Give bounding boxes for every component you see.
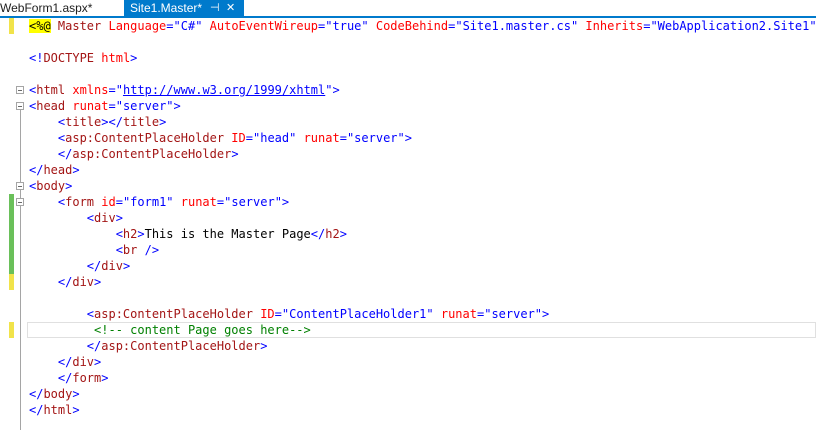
change-marker-saved [9,194,14,210]
line-text[interactable]: <h2>This is the Master Page</h2> [29,226,347,242]
tab-label: WebForm1.aspx* [0,1,93,15]
change-marker-saved [9,258,14,274]
code-line[interactable]: <body> [0,178,816,194]
line-text[interactable]: </html> [29,402,80,418]
line-gutter [0,258,26,274]
change-marker-unsaved [9,274,14,290]
line-text[interactable]: </div> [29,258,130,274]
line-gutter [0,82,26,98]
line-text[interactable]: </div> [29,274,101,290]
code-line[interactable]: <div> [0,210,816,226]
code-line[interactable]: </html> [0,402,816,418]
code-line[interactable]: <head runat="server"> [0,98,816,114]
xmlns-link[interactable]: http://www.w3.org/1999/xhtml [123,83,325,97]
line-text[interactable]: </asp:ContentPlaceHolder> [29,146,239,162]
line-text[interactable]: <!-- content Page goes here--> [29,322,311,338]
line-text[interactable]: </asp:ContentPlaceHolder> [29,338,268,354]
collapse-icon[interactable] [16,182,24,190]
line-text[interactable]: <form id="form1" runat="server"> [29,194,289,210]
code-line[interactable]: <%@ Master Language="C#" AutoEventWireup… [0,18,816,34]
code-line[interactable]: </asp:ContentPlaceHolder> [0,338,816,354]
line-gutter [0,242,26,258]
tab-webform1-aspx[interactable]: WebForm1.aspx* [0,0,124,16]
line-text[interactable]: <body> [29,178,72,194]
line-gutter [0,98,26,114]
line-gutter [0,194,26,210]
collapse-icon[interactable] [16,198,24,206]
code-line[interactable]: <title></title> [0,114,816,130]
line-text[interactable]: </body> [29,386,80,402]
code-line[interactable]: <asp:ContentPlaceHolder ID="ContentPlace… [0,306,816,322]
line-text[interactable]: <%@ Master Language="C#" AutoEventWireup… [29,18,816,34]
tab-site1-master[interactable]: Site1.Master* ⊣ ✕ [124,0,244,16]
code-line[interactable]: <form id="form1" runat="server"> [0,194,816,210]
line-gutter [0,178,26,194]
change-marker-unsaved [9,322,14,338]
line-text[interactable]: <title></title> [29,114,166,130]
code-line[interactable]: </body> [0,386,816,402]
change-marker-saved [9,226,14,242]
line-text[interactable]: <head runat="server"> [29,98,181,114]
document-tab-bar: WebForm1.aspx* Site1.Master* ⊣ ✕ [0,0,816,18]
code-line[interactable]: </asp:ContentPlaceHolder> [0,146,816,162]
line-text[interactable]: <asp:ContentPlaceHolder ID="ContentPlace… [29,306,549,322]
line-text[interactable]: </head> [29,162,80,178]
change-marker-unsaved [9,18,14,34]
collapse-icon[interactable] [16,86,24,94]
line-text[interactable]: <div> [29,210,123,226]
code-line[interactable]: </form> [0,370,816,386]
code-line[interactable]: </div> [0,258,816,274]
code-line[interactable]: <!DOCTYPE html> [0,50,816,66]
code-line[interactable]: </div> [0,354,816,370]
code-line-current[interactable]: <!-- content Page goes here--> [0,322,816,338]
code-line[interactable]: <br /> [0,242,816,258]
collapse-icon[interactable] [16,102,24,110]
code-line[interactable]: <asp:ContentPlaceHolder ID="head" runat=… [0,130,816,146]
line-text[interactable]: </form> [29,370,109,386]
code-line[interactable]: <html xmlns="http://www.w3.org/1999/xhtm… [0,82,816,98]
code-line[interactable]: </head> [0,162,816,178]
tab-label: Site1.Master* [130,1,203,15]
line-text[interactable]: <asp:ContentPlaceHolder ID="head" runat=… [29,130,412,146]
code-line[interactable]: <h2>This is the Master Page</h2> [0,226,816,242]
line-gutter [0,18,26,34]
code-line[interactable]: </div> [0,274,816,290]
line-text[interactable]: <html xmlns="http://www.w3.org/1999/xhtm… [29,82,340,98]
change-marker-saved [9,210,14,226]
line-text[interactable]: <!DOCTYPE html> [29,50,137,66]
line-gutter [0,226,26,242]
close-icon[interactable]: ✕ [226,0,235,16]
line-text[interactable]: <br /> [29,242,159,258]
line-text[interactable]: </div> [29,354,101,370]
pin-icon[interactable]: ⊣ [210,0,220,16]
line-gutter [0,322,26,338]
code-editor[interactable]: <%@ Master Language="C#" AutoEventWireup… [0,18,816,444]
change-marker-saved [9,242,14,258]
line-gutter [0,274,26,290]
line-gutter [0,210,26,226]
